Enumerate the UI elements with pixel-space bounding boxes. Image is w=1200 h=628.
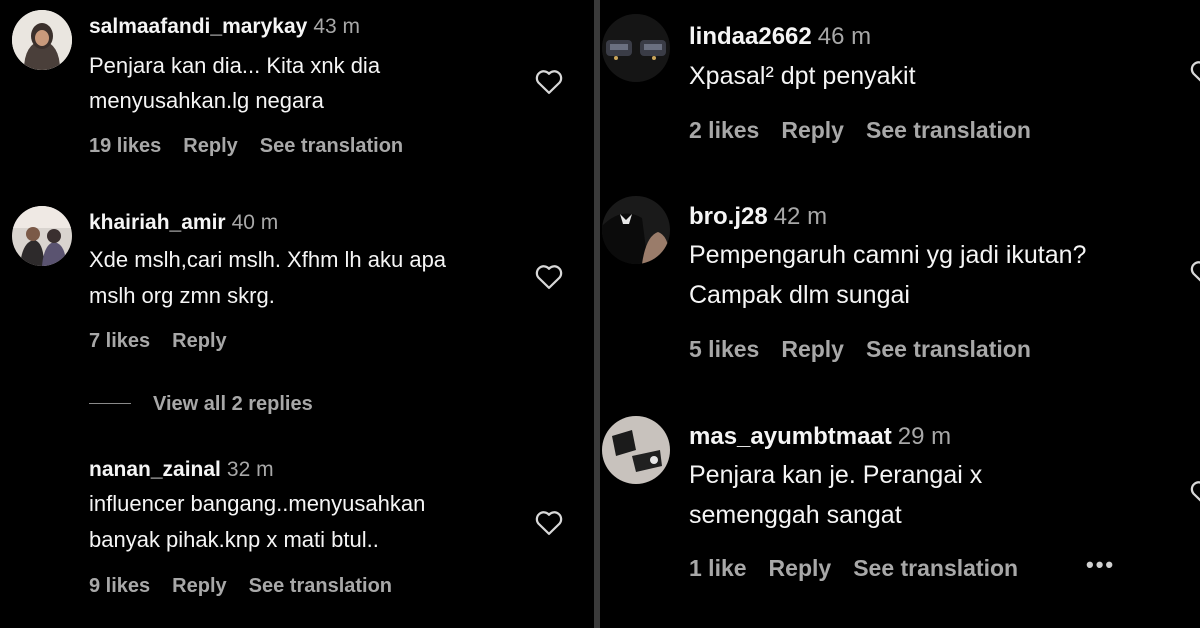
comment-timestamp: 46 m	[817, 23, 872, 50]
comment-text-line: menyusahkan.lg negara	[89, 88, 324, 113]
reply-button[interactable]: Reply	[183, 135, 237, 157]
see-translation-button[interactable]: See translation	[853, 555, 1018, 581]
heart-outline-icon[interactable]	[534, 67, 564, 100]
comment-username[interactable]: mas_ayumbtmaat	[689, 423, 892, 450]
comment-timestamp: 29 m	[897, 423, 952, 450]
comment-text-line: influencer bangang..menyusahkan	[89, 491, 426, 516]
heart-outline-icon[interactable]	[1189, 58, 1200, 91]
right-comment-panel: lindaa2662 46 m Xpasal² dpt penyakit 2 li…	[600, 0, 1200, 628]
comment-text-line: mslh org zmn skrg.	[89, 283, 275, 308]
see-translation-button[interactable]: See translation	[249, 575, 392, 597]
comment-username[interactable]: nanan_zainal	[89, 458, 221, 481]
avatar[interactable]	[12, 206, 72, 266]
left-comment-panel: salmaafandi_marykay 43 m Penjara kan dia.…	[0, 0, 594, 628]
reply-button[interactable]: Reply	[769, 555, 832, 581]
avatar[interactable]	[602, 196, 670, 264]
view-replies-button[interactable]: View all 2 replies	[153, 393, 313, 416]
comment-text-line: Campak dlm sungai	[689, 281, 910, 309]
likes-count[interactable]: 19 likes	[89, 135, 161, 157]
comment-timestamp: 42 m	[773, 203, 828, 230]
reply-button[interactable]: Reply	[781, 117, 844, 143]
comment-username[interactable]: khairiah_amir	[89, 211, 226, 234]
more-options-icon[interactable]: •••	[1086, 552, 1115, 578]
see-translation-button[interactable]: See translation	[866, 117, 1031, 143]
comment-timestamp: 40 m	[231, 211, 279, 234]
comment-text-line: semenggah sangat	[689, 501, 902, 529]
likes-count[interactable]: 2 likes	[689, 117, 759, 143]
comment-username[interactable]: lindaa2662	[689, 23, 812, 50]
comment-timestamp: 32 m	[226, 458, 274, 481]
likes-count[interactable]: 9 likes	[89, 575, 150, 597]
comment-text-line: Pempengaruh camni yg jadi ikutan?	[689, 241, 1087, 269]
comment-text-line: Xpasal² dpt penyakit	[689, 62, 916, 90]
comment-text-line: Xde mslh,cari mslh. Xfhm lh aku apa	[89, 247, 447, 272]
comment-timestamp: 43 m	[313, 15, 360, 38]
comment-username[interactable]: bro.j28	[689, 203, 768, 230]
heart-outline-icon[interactable]	[534, 262, 564, 295]
likes-count[interactable]: 7 likes	[89, 330, 150, 352]
see-translation-button[interactable]: See translation	[866, 336, 1031, 362]
avatar[interactable]	[602, 14, 670, 82]
comment-text-line: Penjara kan dia... Kita xnk dia	[89, 53, 381, 78]
comment-text-line: Penjara kan je. Perangai x	[689, 461, 983, 489]
reply-button[interactable]: Reply	[172, 330, 226, 352]
replies-divider	[89, 403, 131, 404]
heart-outline-icon[interactable]	[534, 508, 564, 541]
heart-outline-icon[interactable]	[1189, 478, 1200, 511]
avatar[interactable]	[602, 416, 670, 484]
see-translation-button[interactable]: See translation	[260, 135, 403, 157]
likes-count[interactable]: 1 like	[689, 555, 747, 581]
reply-button[interactable]: Reply	[781, 336, 844, 362]
heart-outline-icon[interactable]	[1189, 258, 1200, 291]
comment-text-line: banyak pihak.knp x mati btul..	[89, 527, 379, 552]
reply-button[interactable]: Reply	[172, 575, 226, 597]
avatar[interactable]	[12, 10, 72, 70]
comment-username[interactable]: salmaafandi_marykay	[89, 15, 307, 38]
likes-count[interactable]: 5 likes	[689, 336, 759, 362]
